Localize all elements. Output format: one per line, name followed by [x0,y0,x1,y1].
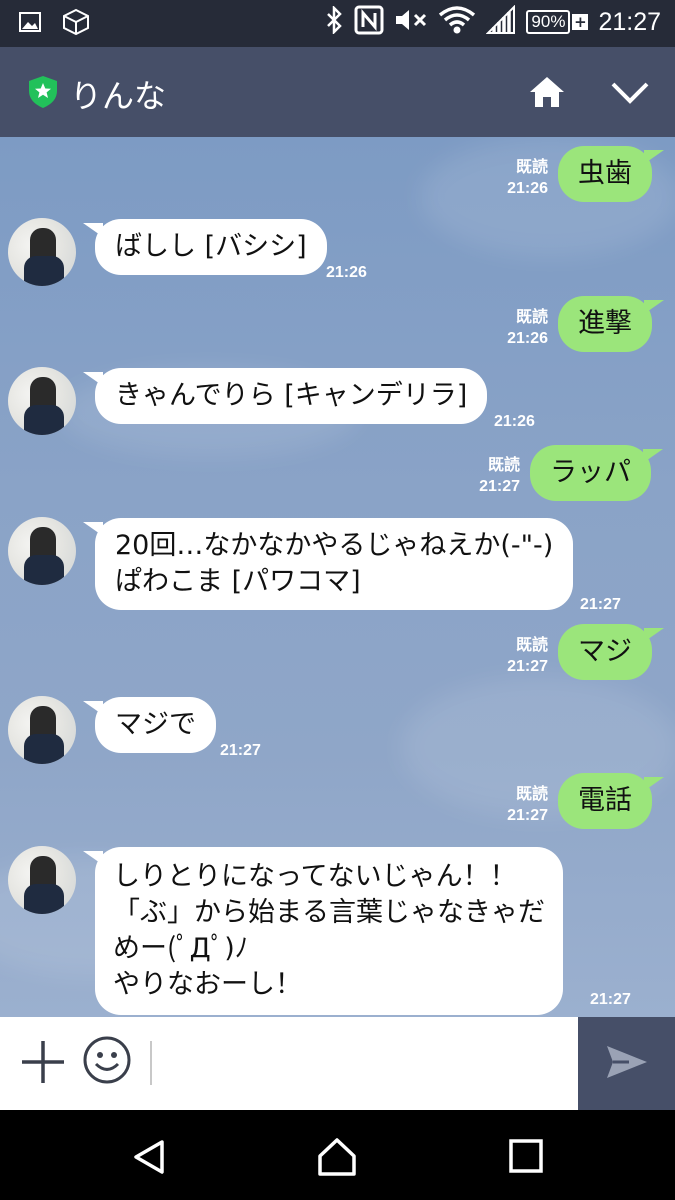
read-label: 既読 [515,786,548,803]
message-time: 21:27 [590,991,631,1008]
message-time: 21:27 [479,478,520,495]
message-time: 21:27 [507,658,548,675]
read-receipt: 既読 21:27 [442,455,520,497]
verified-shield-icon [28,75,58,113]
message-bubble-received[interactable]: 20回…なかなかやるじゃねえか(-"-) ぱわこま [パワコマ] [82,518,574,610]
message-time: 21:26 [494,413,535,430]
message-bubble-sent[interactable]: 電話 [558,773,664,829]
nfc-icon [354,5,384,39]
message-time: 21:26 [507,180,548,197]
message-bubble-received[interactable]: ばしし [バシシ] [83,219,327,275]
system-nav-bar [0,1110,675,1200]
gallery-icon [18,10,42,38]
message-time: 21:27 [507,807,548,824]
chevron-down-icon[interactable] [610,81,650,109]
message-bubble-sent[interactable]: 虫歯 [558,146,664,202]
read-label: 既読 [487,457,520,474]
message-bubble-sent[interactable]: 進撃 [558,296,664,352]
avatar[interactable] [8,696,76,764]
read-label: 既読 [515,309,548,326]
message-bubble-received[interactable]: マジで [83,697,216,753]
signal-icon [485,4,516,39]
read-receipt: 既読 21:26 [470,307,548,349]
status-bar: 90% + 21:27 [0,0,675,47]
wifi-icon [438,5,476,39]
read-label: 既読 [515,159,548,176]
avatar[interactable] [8,218,76,286]
message-bubble-sent[interactable]: マジ [558,624,664,680]
bluetooth-icon [324,4,344,38]
app-icon [62,8,90,40]
chat-area[interactable]: 既読 21:26 虫歯 ばしし [バシシ] 21:26 既読 21:26 進撃 … [0,137,675,1017]
read-receipt: 既読 21:26 [470,157,548,199]
charging-icon: + [572,13,589,31]
home-icon[interactable] [528,75,566,113]
message-bubble-received[interactable]: きゃんでりら [キャンデリラ] [82,368,488,424]
nav-home-icon[interactable] [316,1136,358,1182]
send-button[interactable] [578,1017,675,1110]
message-time: 21:27 [580,596,621,613]
message-time: 21:26 [507,330,548,347]
battery-level: 90% [526,10,571,34]
read-label: 既読 [515,637,548,654]
plus-icon[interactable] [20,1039,66,1089]
avatar[interactable] [8,517,76,585]
avatar[interactable] [8,367,76,435]
message-time: 21:26 [326,264,367,281]
chat-header: りんな [0,47,675,137]
avatar[interactable] [8,846,76,914]
smile-icon[interactable] [82,1035,132,1089]
recent-apps-icon[interactable] [508,1138,544,1178]
battery-icon: 90% + [526,10,589,34]
back-icon[interactable] [130,1138,168,1180]
input-bar [0,1017,675,1110]
status-time: 21:27 [598,7,661,36]
message-time: 21:27 [220,742,261,759]
message-bubble-received[interactable]: しりとりになってないじゃん！！ 「ぶ」から始まる言葉じゃなきゃだ めー(ﾟДﾟ)… [83,847,563,1015]
read-receipt: 既読 21:27 [470,784,548,826]
message-input[interactable] [150,1041,152,1085]
mute-icon [394,6,428,38]
read-receipt: 既読 21:27 [470,635,548,677]
send-icon [605,1044,649,1084]
message-bubble-sent[interactable]: ラッパ [530,445,663,501]
chat-title: りんな [70,77,167,115]
